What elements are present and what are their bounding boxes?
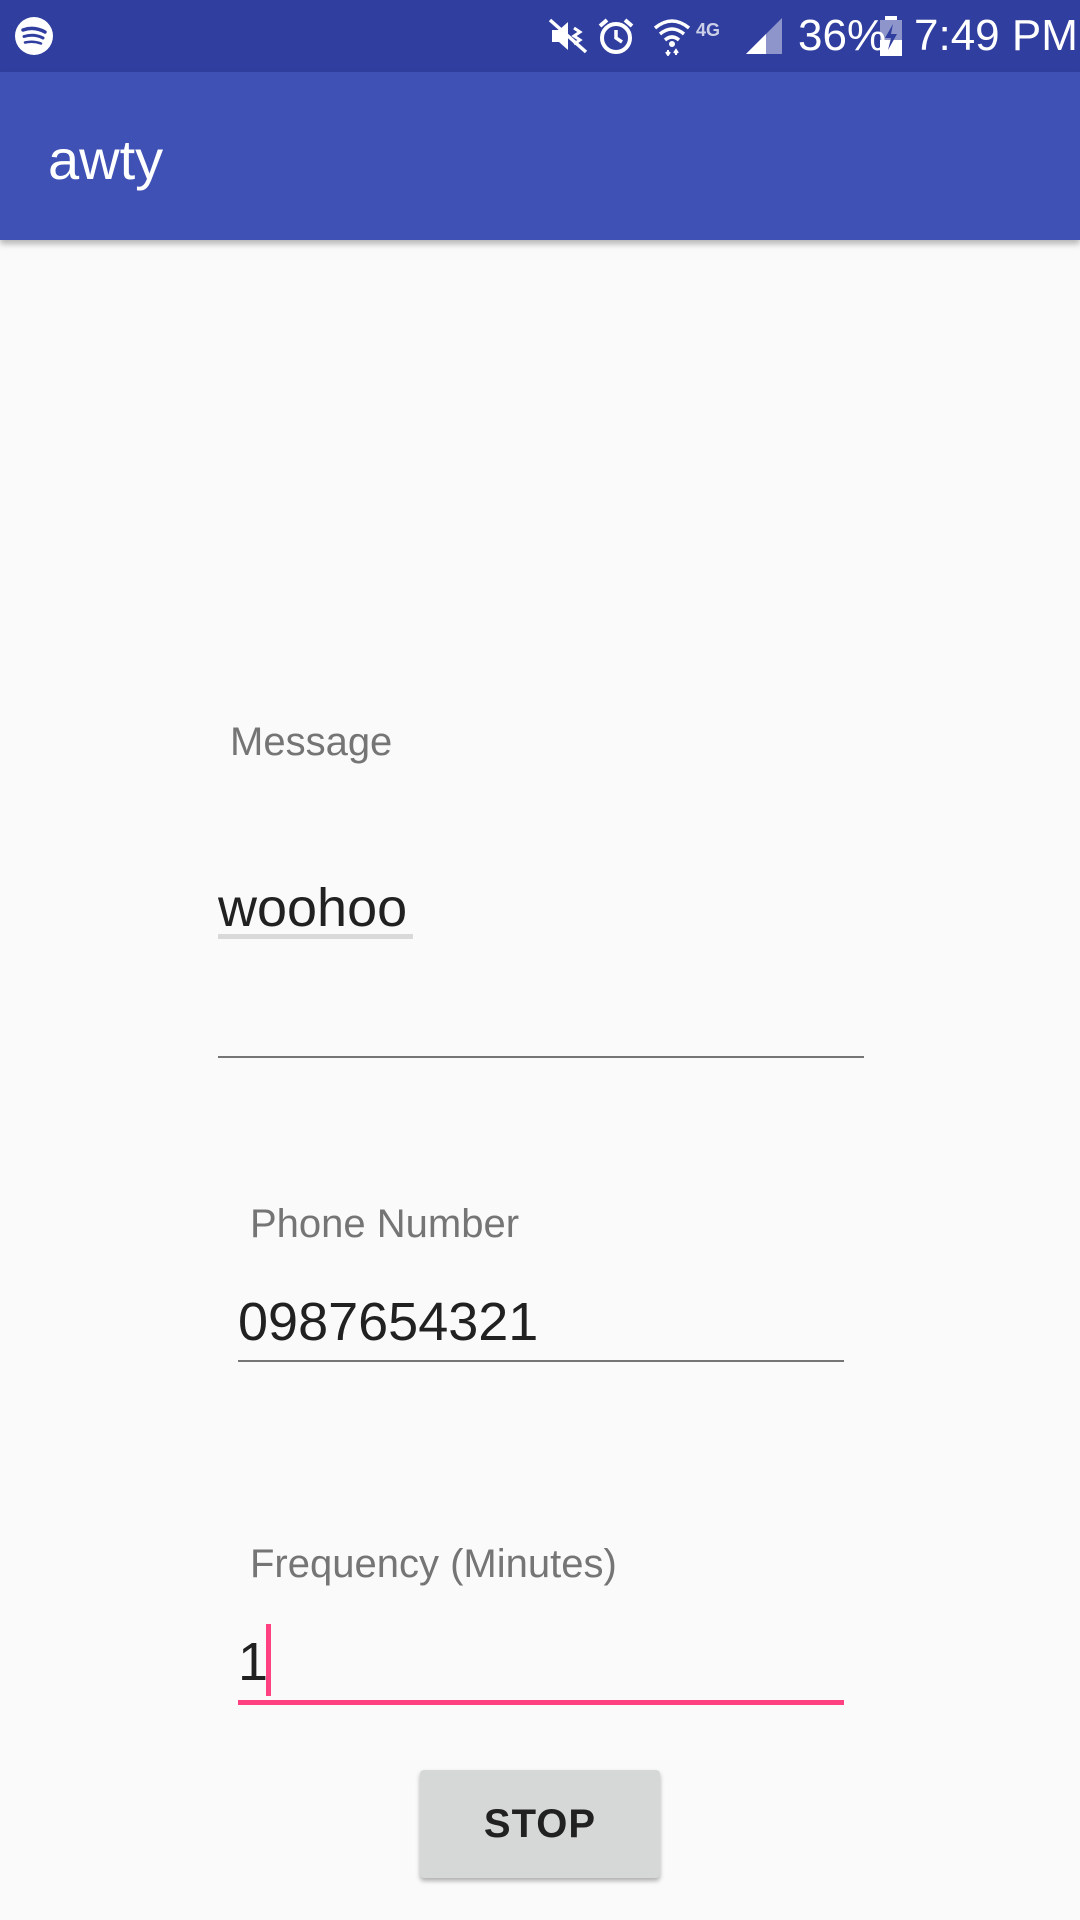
app-bar: awty — [0, 72, 1080, 240]
stop-button[interactable]: STOP — [420, 1770, 660, 1878]
battery-percent: 36% — [798, 11, 887, 60]
phone-number-input[interactable]: 0987654321 — [238, 1290, 538, 1354]
text-cursor — [266, 1624, 271, 1696]
app-title: awty — [48, 128, 164, 191]
clock: 7:49 PM — [914, 11, 1078, 60]
spellcheck-underline — [218, 934, 413, 939]
frequency-input[interactable]: 1 — [238, 1630, 268, 1694]
frequency-label: Frequency (Minutes) — [250, 1542, 617, 1586]
message-field-underline — [218, 1056, 864, 1058]
status-bar: 4G 36% 7:49 PM — [0, 0, 1080, 72]
frequency-field-underline-focused — [238, 1700, 844, 1705]
network-type-label: 4G — [696, 20, 721, 40]
signal-icon — [746, 18, 782, 54]
message-label: Message — [230, 720, 393, 764]
battery-charging-icon — [880, 16, 902, 56]
spotify-icon — [15, 17, 53, 55]
mute-vibrate-icon — [548, 18, 588, 54]
message-input[interactable]: woohoo — [218, 876, 407, 940]
phone-number-field-underline — [238, 1360, 844, 1362]
alarm-icon — [598, 18, 634, 54]
phone-number-label: Phone Number — [250, 1202, 520, 1246]
wifi-icon — [653, 19, 691, 56]
